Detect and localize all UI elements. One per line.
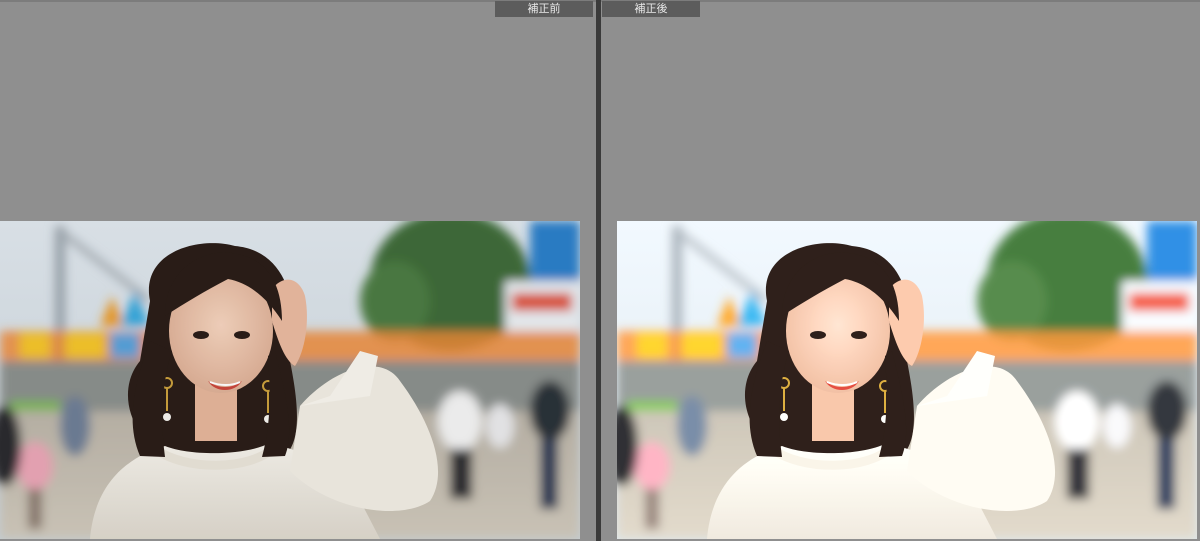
- before-photo[interactable]: [0, 221, 580, 539]
- after-label: 補正後: [602, 1, 700, 17]
- after-pane[interactable]: 補正後: [601, 0, 1200, 541]
- portrait-image: [0, 221, 580, 539]
- after-photo[interactable]: [617, 221, 1197, 539]
- comparison-view: 補正前 補正後: [0, 0, 1200, 541]
- portrait-image: [617, 221, 1197, 539]
- before-label: 補正前: [495, 1, 593, 17]
- before-pane[interactable]: 補正前: [0, 0, 596, 541]
